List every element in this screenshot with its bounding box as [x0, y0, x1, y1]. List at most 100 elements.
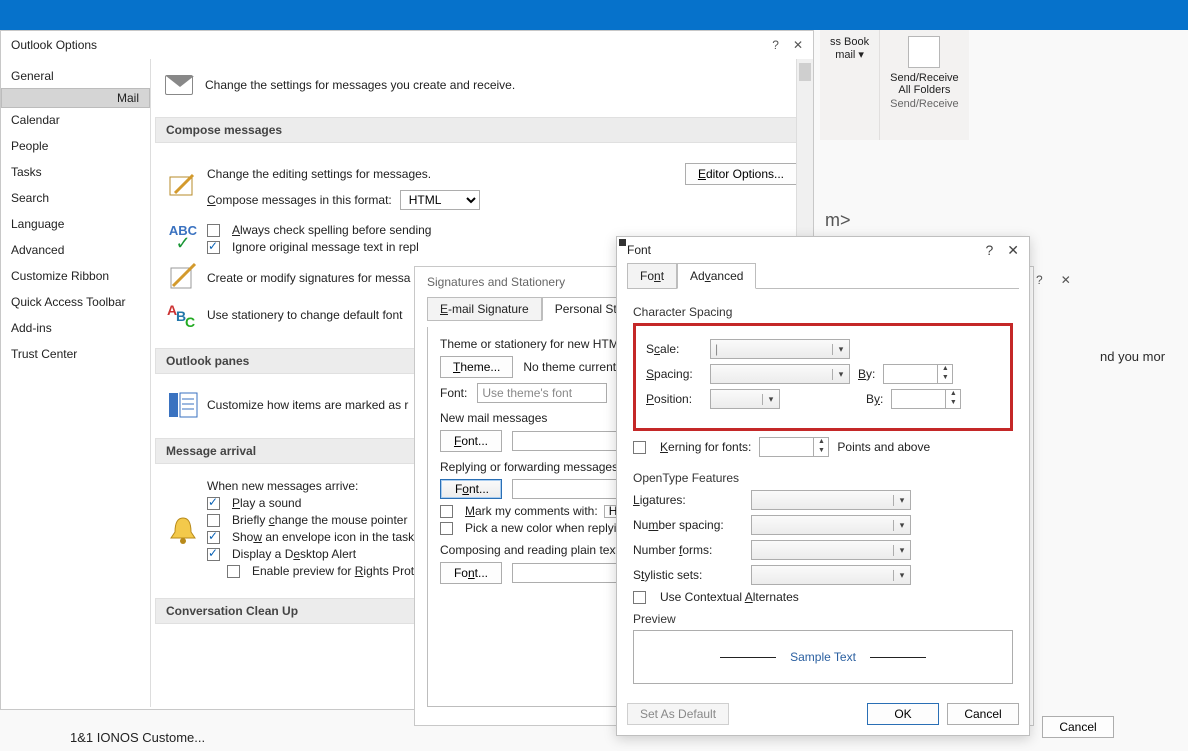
sidebar-item-mail[interactable]: Mail [1, 88, 150, 108]
panes-desc: Customize how items are marked as r [207, 398, 408, 412]
kerning-checkbox[interactable] [633, 441, 646, 454]
always-spell-checkbox[interactable] [207, 224, 220, 237]
set-default-button[interactable]: Set As Default [627, 703, 729, 725]
scroll-thumb[interactable] [799, 63, 811, 81]
sidebar-item-trust-center[interactable]: Trust Center [1, 341, 150, 367]
spacing-select[interactable]: ▾ [710, 364, 850, 384]
sidebar-item-tasks[interactable]: Tasks [1, 159, 150, 185]
send-receive-button[interactable]: Send/Receive All Folders Send/Receive [880, 30, 969, 140]
ribbon-background: ss Book mail ▾ Send/Receive All Folders … [820, 30, 969, 140]
panes-icon [167, 389, 199, 421]
character-spacing-title: Character Spacing [633, 305, 1013, 319]
send-receive-label1: Send/Receive [890, 72, 959, 84]
spellcheck-icon: ABC✓ [167, 223, 199, 255]
compose-icon [167, 171, 199, 203]
kerning-spinner[interactable]: ▲▼ [759, 437, 829, 457]
stylistic-label: Stylistic sets: [633, 568, 743, 582]
dialog-title: Outlook Options [11, 33, 97, 57]
mark-comments-label: Mark my comments with: [465, 504, 598, 518]
stationery-icon: ABC [167, 299, 199, 331]
arrival-icon [167, 514, 199, 546]
sidebar-item-addins[interactable]: Add-ins [1, 315, 150, 341]
spacing-by-label: By: [858, 367, 875, 381]
new-mail-font-button[interactable]: Font... [440, 430, 502, 452]
sidebar-item-advanced[interactable]: Advanced [1, 237, 150, 263]
send-receive-icon [908, 36, 940, 68]
compose-format-select[interactable]: HTML [400, 190, 480, 210]
number-spacing-select[interactable]: ▾ [751, 515, 911, 535]
preview-title: Preview [633, 612, 1013, 626]
font-tab-font[interactable]: Font [627, 263, 677, 289]
spacing-label: Spacing: [646, 367, 702, 381]
position-label: Position: [646, 392, 702, 406]
contextual-checkbox[interactable] [633, 591, 646, 604]
compose-format-label: Compose messages in this format: [207, 193, 392, 207]
close-icon[interactable]: ✕ [1061, 273, 1071, 287]
help-button[interactable]: ? [772, 33, 779, 57]
intro-row: Change the settings for messages you cre… [155, 59, 807, 111]
desktop-alert-checkbox[interactable] [207, 548, 220, 561]
font-select[interactable]: Use theme's font [477, 383, 607, 403]
compose-header: Compose messages [155, 117, 807, 143]
cancel-button[interactable]: Cancel [947, 703, 1019, 725]
font-help-button[interactable]: ? [985, 242, 993, 259]
rights-preview-checkbox[interactable] [227, 565, 240, 578]
sidebar-item-language[interactable]: Language [1, 211, 150, 237]
tab-email-signature[interactable]: E-mail Signature [427, 297, 542, 321]
sidebar-item-customize-ribbon[interactable]: Customize Ribbon [1, 263, 150, 289]
position-select[interactable]: ▾ [710, 389, 780, 409]
editor-options-button[interactable]: EEditor Options...ditor Options... [685, 163, 797, 185]
sidebar-item-calendar[interactable]: Calendar [1, 107, 150, 133]
play-sound-checkbox[interactable] [207, 497, 220, 510]
sidebar-item-search[interactable]: Search [1, 185, 150, 211]
position-by-spinner[interactable]: ▲▼ [891, 389, 961, 409]
theme-button[interactable]: Theme... [440, 356, 513, 378]
font-tab-advanced[interactable]: Advanced [677, 263, 756, 289]
always-spell-label: Always check spelling before sending [232, 223, 431, 237]
envelope-checkbox[interactable] [207, 531, 220, 544]
outer-cancel-button[interactable]: Cancel [1042, 716, 1114, 738]
behind-help-area: ? ✕ [1036, 266, 1116, 294]
signature-intro-label: Create or modify signatures for messa [207, 271, 410, 285]
ligatures-select[interactable]: ▾ [751, 490, 911, 510]
spacing-by-spinner[interactable]: ▲▼ [883, 364, 953, 384]
plain-font-button[interactable]: Font... [440, 562, 502, 584]
close-button[interactable]: ✕ [793, 33, 803, 57]
font-close-button[interactable]: ✕ [1007, 242, 1019, 259]
background-address-fragment: m> [825, 210, 851, 231]
pick-color-checkbox[interactable] [440, 522, 453, 535]
ok-button[interactable]: OK [867, 703, 939, 725]
ignore-original-checkbox[interactable] [207, 241, 220, 254]
points-label: Points and above [837, 440, 930, 454]
sidebar-item-people[interactable]: People [1, 133, 150, 159]
dialog-titlebar: Outlook Options ? ✕ [1, 31, 813, 59]
position-by-label: By: [866, 392, 883, 406]
number-spacing-label: Number spacing: [633, 518, 743, 532]
stylistic-select[interactable]: ▾ [751, 565, 911, 585]
address-book-button-partial[interactable]: ss Book mail ▾ [820, 30, 880, 140]
play-sound-label: Play a sound [232, 496, 301, 510]
mark-comments-checkbox[interactable] [440, 505, 453, 518]
change-pointer-checkbox[interactable] [207, 514, 220, 527]
ionos-list-item[interactable]: 1&1 IONOS Custome... [70, 730, 205, 745]
ignore-original-label: Ignore original message text in repl [232, 240, 419, 254]
opentype-title: OpenType Features [633, 471, 1013, 485]
signature-icon [167, 262, 199, 294]
address-book-line2: mail ▾ [835, 48, 864, 61]
reply-font-button[interactable]: Font... [440, 479, 502, 499]
scale-select[interactable]: |▾ [710, 339, 850, 359]
options-sidebar: General Mail Calendar People Tasks Searc… [1, 59, 151, 707]
sidebar-item-qat[interactable]: Quick Access Toolbar [1, 289, 150, 315]
behind-text-fragment: nd you mor [1100, 349, 1165, 364]
envelope-label: Show an envelope icon in the task [232, 530, 414, 544]
address-book-line1: ss Book [830, 36, 869, 48]
help-icon[interactable]: ? [1036, 273, 1043, 287]
rights-preview-label: Enable preview for Rights Prote [252, 564, 421, 578]
number-forms-select[interactable]: ▾ [751, 540, 911, 560]
send-receive-label2: All Folders [898, 84, 950, 96]
font-dialog: Font ? ✕ Font Advanced Character Spacing… [616, 236, 1030, 736]
sidebar-item-general[interactable]: General [1, 63, 150, 89]
svg-text:C: C [185, 314, 195, 330]
scale-label: Scale: [646, 342, 702, 356]
preview-sample: Sample Text [790, 650, 856, 664]
